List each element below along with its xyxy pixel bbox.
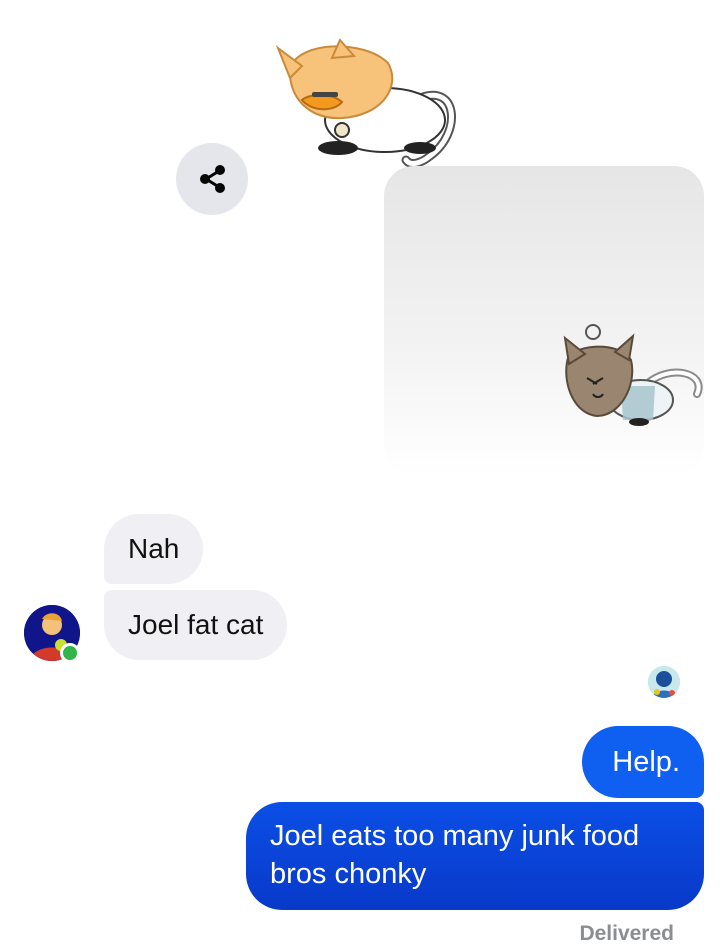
message-text: Joel eats too many junk food bros chonky bbox=[270, 820, 640, 890]
orange-cat-sticker-art bbox=[275, 38, 456, 168]
received-message[interactable]: Nah bbox=[104, 514, 204, 584]
sent-message[interactable]: Help. bbox=[582, 726, 704, 798]
brown-cat-drawing bbox=[563, 324, 703, 426]
seen-avatar-art bbox=[648, 666, 680, 698]
message-text: Joel fat cat bbox=[128, 609, 264, 640]
message-text: Help. bbox=[612, 746, 680, 778]
seen-avatar bbox=[648, 666, 680, 698]
share-icon bbox=[200, 165, 225, 193]
share-button[interactable] bbox=[176, 143, 248, 215]
sent-message[interactable]: Joel eats too many junk food bros chonky bbox=[246, 802, 704, 910]
online-indicator bbox=[60, 643, 80, 663]
message-text: Nah bbox=[128, 533, 180, 564]
orange-cat-sticker[interactable] bbox=[270, 38, 465, 178]
delivery-status: Delivered bbox=[579, 922, 674, 945]
image-attachment[interactable] bbox=[384, 166, 704, 476]
received-message[interactable]: Joel fat cat bbox=[104, 590, 288, 660]
